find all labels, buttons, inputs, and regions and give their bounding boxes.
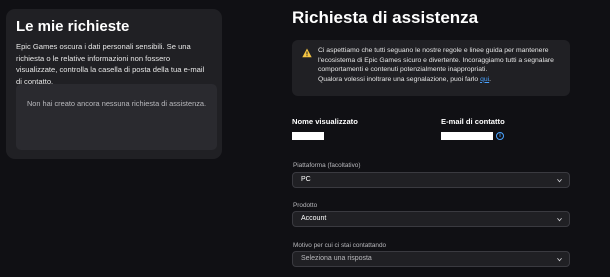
reason-label: Motivo per cui ci stai contattando (293, 242, 387, 249)
my-requests-description: Epic Games oscura i dati personali sensi… (16, 42, 205, 86)
report-link[interactable]: qui (480, 76, 489, 83)
email-value (441, 132, 493, 140)
guidelines-notice: Ci aspettiamo che tutti seguano le nostr… (292, 40, 570, 96)
platform-select[interactable]: PC (292, 172, 570, 188)
display-name-value (292, 132, 324, 140)
reason-placeholder: Seleziona una risposta (301, 255, 372, 262)
warning-icon (302, 48, 312, 58)
reason-select[interactable]: Seleziona una risposta (292, 251, 570, 267)
platform-value: PC (301, 176, 311, 183)
product-value: Account (301, 215, 327, 222)
chevron-down-icon (557, 257, 562, 262)
info-icon[interactable]: i (496, 132, 504, 140)
my-requests-title: Le mie richieste (16, 18, 130, 35)
chevron-down-icon (557, 178, 562, 183)
product-label: Prodotto (293, 202, 318, 209)
empty-requests-message: Non hai creato ancora nessuna richiesta … (26, 99, 207, 108)
platform-label: Piattaforma (facoltativo) (293, 162, 361, 169)
chevron-down-icon (557, 217, 562, 222)
display-name-label: Nome visualizzato (292, 117, 358, 126)
product-select[interactable]: Account (292, 211, 570, 227)
empty-requests-box: Non hai creato ancora nessuna richiesta … (16, 84, 217, 150)
page-title: Richiesta di assistenza (292, 8, 479, 27)
notice-text: Ci aspettiamo che tutti seguano le nostr… (318, 47, 554, 83)
my-requests-panel: Le mie richieste Epic Games oscura i dat… (6, 9, 222, 159)
email-label: E-mail di contatto (441, 117, 505, 126)
